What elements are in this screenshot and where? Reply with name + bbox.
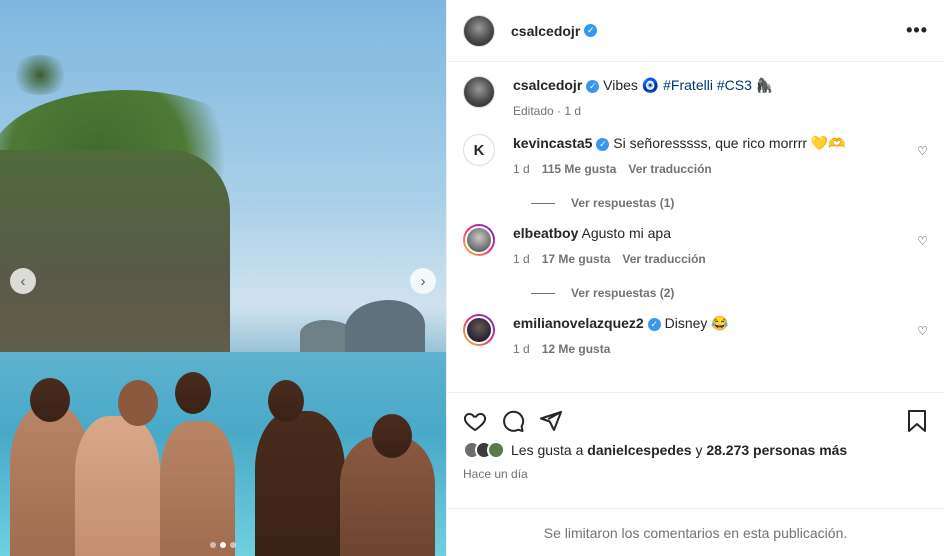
caption-text: Vibes 🧿 — [603, 77, 664, 93]
person-head — [30, 378, 70, 422]
bookmark-icon[interactable] — [906, 409, 928, 433]
comment-likes[interactable]: 115 Me gusta — [542, 160, 617, 178]
post-owner-username[interactable]: csalcedojr — [511, 23, 580, 39]
carousel-prev-button[interactable]: ‹ — [10, 268, 36, 294]
comment-username[interactable]: elbeatboy — [513, 225, 578, 241]
comment-like-heart-icon[interactable]: ♡ — [917, 324, 928, 338]
view-replies-button[interactable]: Ver respuestas (1) — [531, 196, 928, 210]
person-head — [175, 372, 211, 414]
share-icon[interactable] — [539, 409, 563, 433]
comment-row: K kevincasta5 ✓ Si señoresssss, que rico … — [463, 134, 928, 178]
divider — [531, 292, 555, 294]
person — [75, 416, 160, 556]
view-replies-label: Ver respuestas (2) — [571, 286, 675, 300]
caption-username[interactable]: csalcedojr — [513, 77, 582, 93]
view-replies-button[interactable]: Ver respuestas (2) — [531, 286, 928, 300]
person-head — [268, 380, 304, 422]
carousel-dot — [230, 542, 236, 548]
translate-link[interactable]: Ver traducción — [622, 250, 705, 268]
comment-text: Si señoresssss, que rico morrrr 💛🫶 — [613, 135, 846, 151]
divider — [531, 202, 555, 204]
post-header: csalcedojr ✓ ••• — [447, 0, 944, 62]
avatar[interactable] — [463, 314, 495, 346]
palm-tree — [10, 55, 70, 95]
likes-count[interactable]: 28.273 personas más — [706, 442, 847, 458]
avatar[interactable] — [463, 76, 495, 108]
comment-age: 1 d — [513, 162, 530, 176]
caption-emoji: 🦍 — [755, 77, 774, 93]
post-photo[interactable]: ‹ › — [0, 0, 446, 556]
person-head — [118, 380, 158, 426]
verified-badge-icon: ✓ — [647, 317, 661, 331]
heart-icon[interactable] — [463, 409, 487, 433]
more-options-button[interactable]: ••• — [906, 20, 928, 41]
chevron-left-icon: ‹ — [20, 272, 26, 290]
post-time[interactable]: Hace un día — [463, 467, 928, 481]
carousel-dot-active — [220, 542, 226, 548]
comment-like-heart-icon[interactable]: ♡ — [917, 234, 928, 248]
caption-row: csalcedojr ✓ Vibes 🧿 #Fratelli #CS3 🦍 Edi… — [463, 76, 928, 120]
edited-label: Editado · 1 d — [513, 104, 582, 118]
person — [255, 411, 345, 556]
comment-row: elbeatboy Agusto mi apa 1 d 17 Me gusta … — [463, 224, 928, 268]
view-replies-label: Ver respuestas (1) — [571, 196, 675, 210]
person — [160, 421, 235, 556]
comment-username[interactable]: kevincasta5 — [513, 135, 592, 151]
hashtag-link[interactable]: #CS3 — [717, 77, 752, 93]
liker-avatar — [487, 441, 505, 459]
likes-summary: Les gusta a danielcespedes y 28.273 pers… — [463, 441, 928, 459]
comment-text: Disney 😂 — [664, 315, 729, 331]
comment-icon[interactable] — [501, 409, 525, 433]
hashtag-link[interactable]: #Fratelli — [663, 77, 713, 93]
comment-age: 1 d — [513, 342, 530, 356]
chevron-right-icon: › — [420, 272, 426, 290]
comment-likes[interactable]: 17 Me gusta — [542, 250, 611, 268]
verified-badge-icon: ✓ — [596, 137, 610, 151]
comment-age: 1 d — [513, 252, 530, 266]
comment-text: Agusto mi apa — [581, 225, 671, 241]
avatar[interactable] — [463, 224, 495, 256]
comments-list[interactable]: csalcedojr ✓ Vibes 🧿 #Fratelli #CS3 🦍 Edi… — [447, 62, 944, 392]
comments-closed-notice: Se limitaron los comentarios en esta pub… — [447, 508, 944, 556]
likes-middle: y — [691, 442, 707, 458]
post-viewer: ‹ › csalcedojr ✓ ••• csalcedojr ✓ Vibes 🧿… — [0, 0, 944, 556]
liker-username[interactable]: danielcespedes — [587, 442, 691, 458]
avatar[interactable] — [463, 14, 495, 47]
comment-likes[interactable]: 12 Me gusta — [542, 340, 611, 358]
verified-badge-icon: ✓ — [586, 79, 600, 93]
comment-row: emilianovelazquez2 ✓ Disney 😂 1 d 12 Me g… — [463, 314, 928, 358]
likes-prefix: Les gusta a — [511, 442, 588, 458]
comment-username[interactable]: emilianovelazquez2 — [513, 315, 644, 331]
post-details-panel: csalcedojr ✓ ••• csalcedojr ✓ Vibes 🧿 #Fr… — [446, 0, 944, 556]
comment-like-heart-icon[interactable]: ♡ — [917, 144, 928, 158]
person-head — [372, 414, 412, 458]
carousel-next-button[interactable]: › — [410, 268, 436, 294]
carousel-dots — [0, 542, 446, 548]
avatar[interactable]: K — [463, 134, 495, 166]
translate-link[interactable]: Ver traducción — [628, 160, 711, 178]
verified-badge-icon: ✓ — [584, 24, 598, 37]
island — [345, 300, 425, 355]
carousel-dot — [210, 542, 216, 548]
